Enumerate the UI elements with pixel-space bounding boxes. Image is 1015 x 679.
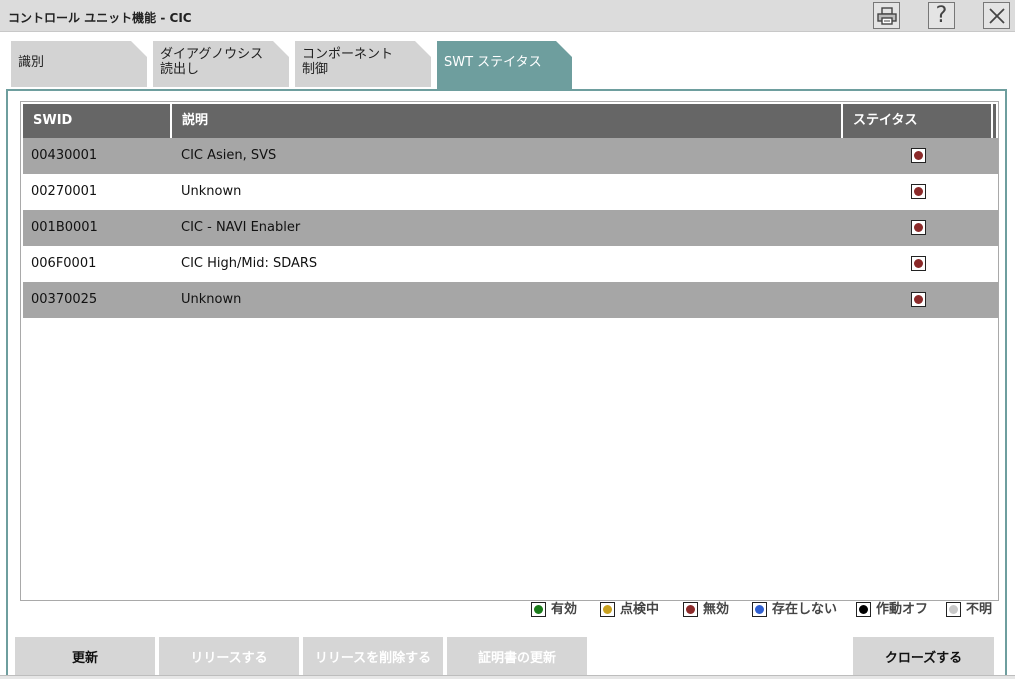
tab-label-line2: 読出し [160, 62, 200, 77]
legend-label: 存在しない [772, 602, 838, 617]
status-dot-icon [914, 259, 923, 268]
description-cell: CIC - NAVI Enabler [181, 220, 301, 235]
swt-table: SWID 説明 ステイタス 00430001 CIC Asien, SVS 00… [20, 101, 999, 601]
legend-label: 有効 [551, 602, 578, 617]
tab-label-line2: 制御 [302, 62, 329, 77]
swid-cell: 00430001 [31, 148, 98, 163]
tab-identification[interactable]: 識別 [11, 41, 147, 87]
legend-label: 無効 [703, 602, 730, 617]
table-row[interactable]: 00430001 CIC Asien, SVS [23, 138, 998, 174]
legend-swatch [946, 602, 961, 617]
table-header: SWID 説明 ステイタス [23, 104, 996, 138]
swid-cell: 006F0001 [31, 256, 97, 271]
legend-label: 作動オフ [876, 602, 929, 617]
description-cell: CIC Asien, SVS [181, 148, 277, 163]
delete-release-button[interactable]: リリースを削除する [303, 637, 443, 679]
release-button[interactable]: リリースする [159, 637, 299, 679]
table-row[interactable]: 006F0001 CIC High/Mid: SDARS [23, 246, 998, 282]
tab-label: 識別 [18, 55, 45, 70]
table-row[interactable]: 00270001 Unknown [23, 174, 998, 210]
print-button[interactable] [873, 2, 900, 29]
swid-cell: 00270001 [31, 184, 98, 199]
invalid-dot-icon [686, 605, 695, 614]
column-header-description[interactable]: 説明 [172, 104, 843, 138]
legend-swatch [752, 602, 767, 617]
not-present-dot-icon [755, 605, 764, 614]
title-bar: コントロール ユニット機能 - CIC ? [0, 0, 1015, 32]
tab-component-control[interactable]: コンポーネント 制御 [295, 41, 431, 87]
tab-fold [415, 41, 431, 57]
legend-label: 点検中 [620, 602, 660, 617]
column-header-status[interactable]: ステイタス [843, 104, 993, 138]
tab-label: ダイアグノウシス [160, 47, 264, 62]
tab-fold [131, 41, 147, 57]
table-row[interactable]: 00370025 Unknown [23, 282, 998, 318]
tab-swt-status[interactable]: SWT ステイタス [437, 41, 572, 90]
valid-dot-icon [534, 605, 543, 614]
status-indicator [911, 292, 926, 307]
legend-swatch [531, 602, 546, 617]
checking-dot-icon [603, 605, 612, 614]
tab-diagnosis-read[interactable]: ダイアグノウシス 読出し [153, 41, 289, 87]
legend-swatch [683, 602, 698, 617]
close-button[interactable]: クローズする [853, 637, 994, 679]
table-row[interactable]: 001B0001 CIC - NAVI Enabler [23, 210, 998, 246]
off-dot-icon [859, 605, 868, 614]
close-window-button[interactable] [983, 2, 1010, 29]
tab-label: SWT ステイタス [444, 55, 542, 70]
status-dot-icon [914, 187, 923, 196]
status-dot-icon [914, 295, 923, 304]
status-indicator [911, 220, 926, 235]
status-indicator [911, 148, 926, 163]
legend-swatch [856, 602, 871, 617]
refresh-button[interactable]: 更新 [15, 637, 155, 679]
tab-fold [273, 41, 289, 57]
status-indicator [911, 256, 926, 271]
swid-cell: 001B0001 [31, 220, 98, 235]
status-dot-icon [914, 223, 923, 232]
close-icon [987, 6, 1007, 26]
legend-label: 不明 [966, 602, 993, 617]
swid-cell: 00370025 [31, 292, 98, 307]
description-cell: CIC High/Mid: SDARS [181, 256, 318, 271]
bottom-divider [0, 675, 1015, 679]
description-cell: Unknown [181, 292, 242, 307]
update-certificate-button[interactable]: 証明書の更新 [447, 637, 587, 679]
printer-icon [876, 6, 897, 25]
tab-fold [556, 41, 572, 57]
legend-swatch [600, 602, 615, 617]
unknown-dot-icon [949, 605, 958, 614]
column-header-swid[interactable]: SWID [23, 104, 172, 138]
tab-label: コンポーネント [302, 47, 394, 62]
swt-status-panel: SWID 説明 ステイタス 00430001 CIC Asien, SVS 00… [6, 89, 1007, 679]
status-dot-icon [914, 151, 923, 160]
window-title: コントロール ユニット機能 - CIC [8, 11, 192, 25]
description-cell: Unknown [181, 184, 242, 199]
help-button[interactable]: ? [928, 2, 955, 29]
status-indicator [911, 184, 926, 199]
help-icon: ? [935, 3, 948, 28]
